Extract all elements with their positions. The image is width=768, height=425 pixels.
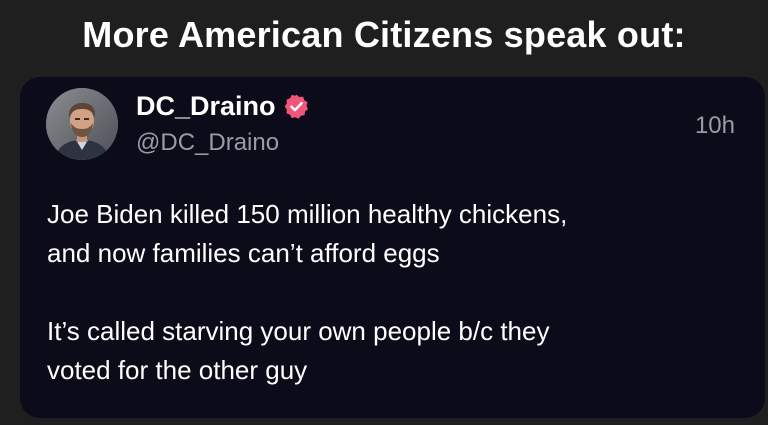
avatar[interactable] [46, 88, 118, 160]
post-text-line: It’s called starving your own people b/c… [47, 316, 550, 346]
post-text: Joe Biden killed 150 million healthy chi… [47, 195, 747, 390]
author-row: DC_Draino [136, 89, 310, 123]
author-handle[interactable]: @DC_Draino [136, 128, 279, 158]
post-text-line: voted for the other guy [47, 355, 308, 385]
post-card[interactable]: DC_Draino @DC_Draino 10h Joe Biden kille… [20, 77, 765, 418]
screenshot-page: More American Citizens speak out: DC_Dra… [0, 0, 768, 425]
post-text-line: and now families can’t afford eggs [47, 238, 440, 268]
profile-photo-icon [46, 88, 118, 160]
verified-badge-icon [283, 93, 310, 120]
headline-caption: More American Citizens speak out: [82, 14, 686, 55]
author-display-name[interactable]: DC_Draino [136, 89, 276, 123]
post-timestamp[interactable]: 10h [695, 111, 735, 141]
post-text-line: Joe Biden killed 150 million healthy chi… [47, 199, 568, 229]
